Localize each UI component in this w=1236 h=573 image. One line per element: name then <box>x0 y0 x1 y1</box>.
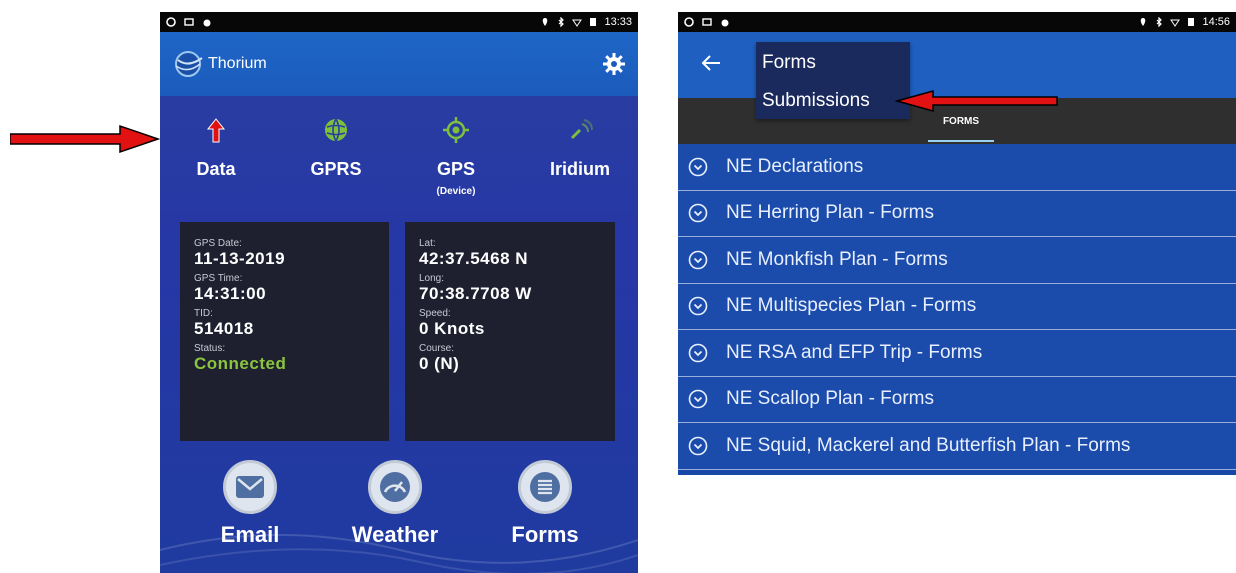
stat-gprs[interactable]: GPRS <box>288 116 384 180</box>
status-time: 13:33 <box>604 16 632 28</box>
app-title: Thorium <box>208 55 267 72</box>
stat-data[interactable]: Data <box>168 116 264 180</box>
long-key: Long: <box>419 273 445 284</box>
forms-circle <box>518 460 572 514</box>
form-item-label: NE Multispecies Plan - Forms <box>726 295 977 317</box>
connection-status-row: Data GPRS GPS (Device) Iridium <box>160 116 638 216</box>
location-icon <box>543 18 548 26</box>
forms-label: Forms <box>511 522 579 547</box>
position-info-card: Lat: 42:37.5468 N Long: 70:38.7708 W Spe… <box>405 222 615 441</box>
chevron-down-circle-icon <box>688 389 708 409</box>
tid-key: TID: <box>194 308 213 319</box>
forms-list: NE Declarations NE Herring Plan - Forms … <box>678 144 1236 470</box>
weather-button[interactable]: Weather <box>335 460 455 548</box>
list-icon <box>530 472 560 502</box>
speed-value: 0 Knots <box>419 319 485 338</box>
battery-icon <box>590 18 597 26</box>
settings-gear-icon[interactable] <box>602 52 626 76</box>
form-item-label: NE Squid, Mackerel and Butterfish Plan -… <box>726 434 1131 456</box>
battery-icon <box>1188 18 1195 26</box>
weather-label: Weather <box>351 522 439 547</box>
overflow-menu: Forms Submissions <box>756 42 910 119</box>
gps-date-value: 11-13-2019 <box>194 249 286 268</box>
annotation-arrow-left <box>10 124 160 154</box>
wifi-icon <box>572 19 583 27</box>
android-icon <box>721 19 729 27</box>
app-bar: Thorium <box>160 32 638 96</box>
app-logo[interactable]: Thorium <box>172 48 267 80</box>
form-item[interactable]: NE Monkfish Plan - Forms <box>678 237 1236 284</box>
bluetooth-icon <box>1157 17 1163 27</box>
course-value: 0 (N) <box>419 354 460 373</box>
stat-gps-label: GPS <box>436 159 475 179</box>
long-value: 70:38.7708 W <box>419 284 532 303</box>
arrow-up-icon <box>206 118 226 143</box>
form-item[interactable]: NE RSA and EFP Trip - Forms <box>678 330 1236 377</box>
status-bar-right: 14:56 <box>678 12 1236 32</box>
wifi-icon <box>1170 19 1181 27</box>
stat-gps-sub: (Device) <box>436 186 476 197</box>
form-item-label: NE Monkfish Plan - Forms <box>726 248 948 270</box>
status-time: 14:56 <box>1202 16 1230 28</box>
form-item-label: NE Declarations <box>726 155 864 177</box>
stat-data-label: Data <box>196 159 236 179</box>
back-arrow-icon[interactable] <box>700 52 722 74</box>
form-item-label: NE RSA and EFP Trip - Forms <box>726 341 983 363</box>
menu-item-submissions[interactable]: Submissions <box>762 90 870 112</box>
screen-icon <box>184 18 194 26</box>
weather-circle <box>368 460 422 514</box>
thorium-globe-icon <box>175 51 203 77</box>
sync-icon <box>166 17 176 27</box>
screen-icon <box>702 18 712 26</box>
annotation-arrow-submissions <box>895 90 1058 112</box>
chevron-down-circle-icon <box>688 203 708 223</box>
envelope-icon <box>236 476 264 498</box>
target-icon <box>443 117 469 143</box>
chevron-down-circle-icon <box>688 436 708 456</box>
form-item[interactable]: NE Multispecies Plan - Forms <box>678 283 1236 330</box>
gps-time-value: 14:31:00 <box>194 284 267 303</box>
email-label: Email <box>220 522 280 547</box>
chevron-down-circle-icon <box>688 343 708 363</box>
gauge-icon <box>380 472 410 502</box>
gps-date-key: GPS Date: <box>194 238 242 249</box>
satellite-icon <box>570 119 593 140</box>
forms-screen: 14:56 FORMS Forms Submissions NE Declara… <box>678 12 1236 475</box>
chevron-down-circle-icon <box>688 296 708 316</box>
lat-value: 42:37.5468 N <box>419 249 529 268</box>
gps-info-card: GPS Date: 11-13-2019 GPS Time: 14:31:00 … <box>180 222 389 441</box>
status-key: Status: <box>194 343 226 354</box>
chevron-down-circle-icon <box>688 250 708 270</box>
form-item[interactable]: NE Scallop Plan - Forms <box>678 376 1236 423</box>
chevron-down-circle-icon <box>688 157 708 177</box>
form-item[interactable]: NE Herring Plan - Forms <box>678 190 1236 237</box>
bluetooth-icon <box>559 17 565 27</box>
stat-gprs-label: GPRS <box>310 159 362 179</box>
status-value: Connected <box>194 354 287 373</box>
speed-key: Speed: <box>419 308 451 319</box>
forms-button[interactable]: Forms <box>490 460 600 548</box>
form-item[interactable]: NE Squid, Mackerel and Butterfish Plan -… <box>678 423 1236 470</box>
globe-icon <box>325 118 347 142</box>
email-button[interactable]: Email <box>200 460 300 548</box>
bottom-nav: Email Weather Forms <box>160 460 638 573</box>
course-key: Course: <box>419 343 455 354</box>
gps-time-key: GPS Time: <box>194 273 243 284</box>
stat-iridium-label: Iridium <box>549 159 610 179</box>
location-icon <box>1141 18 1146 26</box>
android-icon <box>203 19 211 27</box>
lat-key: Lat: <box>419 238 436 249</box>
form-item-label: NE Herring Plan - Forms <box>726 202 934 224</box>
status-bar: 13:33 <box>160 12 638 32</box>
email-circle <box>223 460 277 514</box>
tid-value: 514018 <box>194 319 254 338</box>
menu-item-forms[interactable]: Forms <box>762 52 816 74</box>
thorium-home-screen: 13:33 Thorium Data GPRS GPS (Device) Iri… <box>160 12 638 573</box>
form-item-label: NE Scallop Plan - Forms <box>726 388 935 410</box>
sync-icon <box>684 17 694 27</box>
stat-gps[interactable]: GPS (Device) <box>408 116 504 197</box>
form-item[interactable]: NE Declarations <box>678 144 1236 191</box>
stat-iridium[interactable]: Iridium <box>532 116 628 180</box>
